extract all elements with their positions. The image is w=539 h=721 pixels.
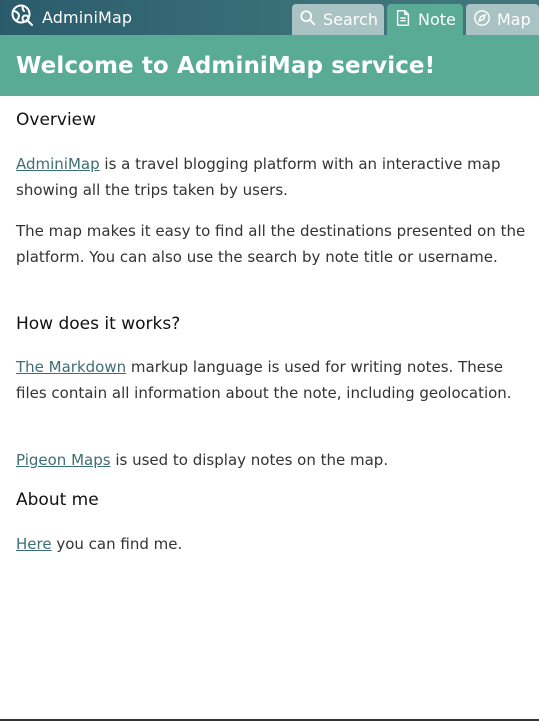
pigeon-maps-link[interactable]: Pigeon Maps [16,451,111,469]
tab-label: Map [497,10,531,29]
tab-map[interactable]: Map [466,4,539,35]
overview-paragraph-1: AdminiMap is a travel blogging platform … [16,151,526,203]
heading-how-it-works: How does it works? [16,314,181,334]
nav-tabs: Search Note Map [292,4,539,35]
overview-paragraph-2: The map makes it easy to find all the de… [16,222,526,266]
here-link[interactable]: Here [16,535,52,553]
top-bar: AdminiMap Search Note Map [0,0,539,35]
how-paragraph-2: Pigeon Maps is used to display notes on … [16,447,526,473]
heading-about-me: About me [16,490,99,510]
tab-label: Search [323,10,378,29]
note-icon [394,9,412,31]
brand[interactable]: AdminiMap [10,3,133,31]
brand-name: AdminiMap [42,7,133,27]
markdown-link[interactable]: The Markdown [16,358,126,376]
adminimap-link[interactable]: AdminiMap [16,155,100,173]
text: you can find me. [51,535,183,553]
tab-label: Note [418,10,456,29]
search-icon [299,9,317,31]
about-paragraph: Here you can find me. [16,531,526,557]
welcome-banner: Welcome to AdminiMap service! [0,35,539,96]
tab-search[interactable]: Search [292,4,384,35]
heading-overview: Overview [16,110,97,130]
tab-note[interactable]: Note [387,4,463,35]
page-title: Welcome to AdminiMap service! [16,52,436,79]
text: is used to display notes on the map. [110,451,389,469]
how-paragraph-1: The Markdown markup language is used for… [16,354,526,406]
globe-search-icon [10,3,34,31]
compass-icon [473,9,491,31]
